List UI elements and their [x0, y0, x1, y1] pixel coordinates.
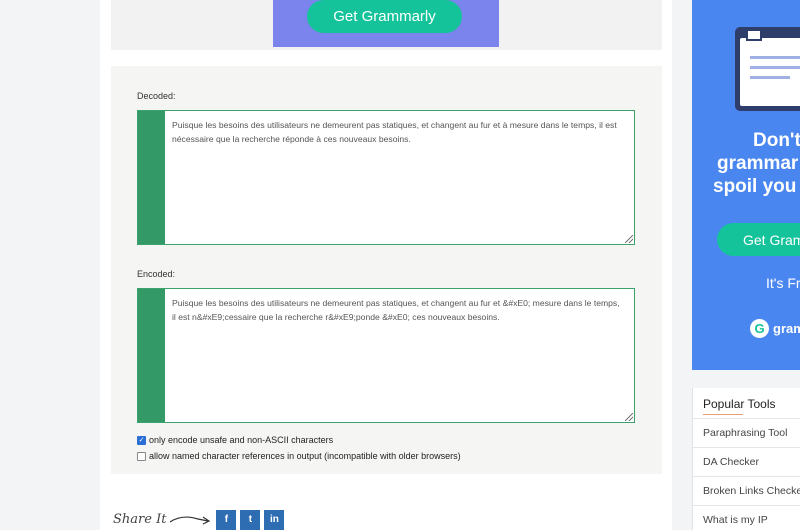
title-underline: [703, 414, 743, 415]
main-content: Get Grammarly Decoded: Puisque les besoi…: [100, 0, 672, 530]
option-named-references[interactable]: allow named character references in outp…: [137, 451, 461, 461]
side-ad-headline-3: spoil you: [713, 176, 797, 197]
resize-handle-icon[interactable]: [625, 413, 633, 421]
popular-tools-title: Popular Tools: [703, 397, 776, 411]
popular-tool-link[interactable]: DA Checker: [693, 447, 800, 476]
share-label: Share It: [113, 512, 167, 527]
side-ad-headline-2: grammar: [717, 153, 799, 174]
share-bar: Share It f t in: [113, 509, 285, 530]
side-ad-logo-text: gram: [773, 321, 800, 336]
option-unsafe-only[interactable]: ✓ only encode unsafe and non-ASCII chara…: [137, 435, 333, 445]
popular-tools: Popular Tools Paraphrasing Tool DA Check…: [692, 388, 800, 530]
side-ad[interactable]: Don't grammar spoil you Get Gram It's Fr…: [692, 0, 800, 370]
linkedin-share-button[interactable]: in: [264, 509, 285, 530]
decoded-gutter: [138, 111, 165, 244]
encoded-gutter: [138, 289, 165, 422]
decoded-text: Puisque les besoins des utilisateurs ne …: [172, 120, 617, 144]
top-ad-banner[interactable]: Get Grammarly: [273, 0, 499, 47]
option-label: allow named character references in outp…: [149, 451, 461, 461]
decoded-textarea[interactable]: Puisque les besoins des utilisateurs ne …: [137, 110, 635, 245]
side-ad-free-label: It's Fr: [766, 275, 800, 291]
side-ad-headline-1: Don't: [753, 130, 800, 151]
encoded-label: Encoded:: [137, 269, 176, 279]
grammarly-logo-icon: G: [750, 319, 769, 338]
laptop-screen: [740, 38, 800, 106]
facebook-share-button[interactable]: f: [216, 509, 237, 530]
curved-arrow-icon: [170, 515, 211, 525]
option-label: only encode unsafe and non-ASCII charact…: [149, 435, 334, 445]
resize-handle-icon[interactable]: [625, 235, 633, 243]
top-ad: Get Grammarly: [111, 0, 662, 50]
popular-tool-link[interactable]: What is my IP: [693, 505, 800, 530]
encoder-panel: Decoded: Puisque les besoins des utilisa…: [111, 66, 662, 474]
checkbox-unchecked-icon[interactable]: [137, 451, 146, 461]
checkbox-checked-icon[interactable]: ✓: [137, 435, 146, 445]
popular-tool-link[interactable]: Paraphrasing Tool: [693, 418, 800, 447]
twitter-share-button[interactable]: t: [240, 509, 261, 530]
encoded-text: Puisque les besoins des utilisateurs ne …: [172, 298, 620, 322]
side-ad-cta-button[interactable]: Get Gram: [717, 223, 800, 256]
get-grammarly-button[interactable]: Get Grammarly: [307, 0, 462, 33]
envelope-icon: [746, 29, 762, 41]
popular-tool-link[interactable]: Broken Links Checker: [693, 476, 800, 505]
encoded-textarea[interactable]: Puisque les besoins des utilisateurs ne …: [137, 288, 635, 423]
decoded-label: Decoded:: [137, 91, 176, 101]
